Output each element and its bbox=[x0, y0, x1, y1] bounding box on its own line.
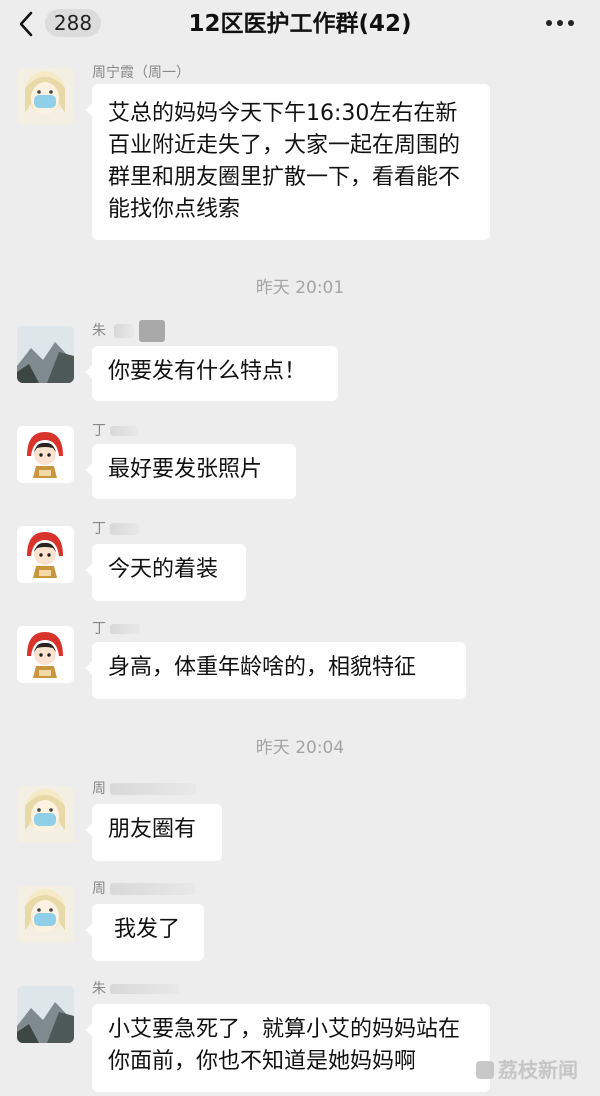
mountain-avatar[interactable] bbox=[17, 326, 74, 383]
message-bubble[interactable]: 朋友圈有 bbox=[85, 804, 222, 861]
masked-woman-avatar[interactable] bbox=[17, 786, 74, 843]
sender-name: 周宁霞（周一） bbox=[92, 65, 190, 81]
redacted-name bbox=[110, 523, 141, 535]
message-bubble[interactable]: 你要发有什么特点！ bbox=[85, 346, 338, 401]
sender-name: 周 bbox=[92, 780, 197, 798]
message-bubble[interactable]: 最好要发张照片 bbox=[85, 444, 296, 499]
timestamp: 昨天 20:01 bbox=[255, 278, 345, 298]
chat-header: 288 12区医护工作群(42) bbox=[0, 0, 600, 48]
cartoon-girl-avatar[interactable] bbox=[17, 526, 74, 583]
more-options-icon[interactable] bbox=[544, 18, 576, 28]
redacted-name bbox=[114, 324, 135, 338]
redacted-name bbox=[110, 984, 181, 994]
message-bubble[interactable]: 今天的着装 bbox=[85, 544, 246, 601]
message-bubble[interactable]: 小艾要急死了，就算小艾的妈妈站在你面前，你也不知道是她妈妈啊 bbox=[85, 1004, 490, 1092]
redacted-name bbox=[110, 624, 141, 634]
watermark: 荔枝新闻 bbox=[476, 1054, 578, 1083]
message-bubble[interactable]: 艾总的妈妈今天下午16:30左右在新百业附近走失了，大家一起在周围的群里和朋友圈… bbox=[85, 84, 490, 240]
cartoon-girl-avatar[interactable] bbox=[17, 626, 74, 683]
redacted-name bbox=[110, 783, 197, 795]
watermark-logo-icon bbox=[476, 1061, 494, 1079]
masked-woman-avatar[interactable] bbox=[17, 886, 74, 943]
sender-name: 周 bbox=[92, 880, 197, 898]
redacted-name bbox=[110, 883, 197, 895]
redacted-name bbox=[138, 320, 165, 342]
sender-name: 丁 bbox=[92, 422, 139, 440]
back-arrow-icon[interactable] bbox=[16, 10, 36, 38]
cartoon-girl-avatar[interactable] bbox=[17, 426, 74, 483]
unread-count-badge[interactable]: 288 bbox=[45, 9, 101, 37]
sender-name: 朱 bbox=[92, 320, 165, 342]
message-bubble[interactable]: 身高，体重年龄啥的，相貌特征 bbox=[85, 642, 466, 699]
sender-name: 丁 bbox=[92, 620, 141, 638]
sender-name: 朱 bbox=[92, 980, 181, 998]
message-bubble[interactable]: 我发了 bbox=[85, 904, 204, 961]
mountain-avatar[interactable] bbox=[17, 986, 74, 1043]
masked-woman-avatar[interactable] bbox=[17, 68, 74, 125]
chat-title: 12区医护工作群(42) bbox=[188, 11, 412, 37]
redacted-name bbox=[110, 426, 139, 436]
sender-name: 丁 bbox=[92, 520, 141, 538]
timestamp: 昨天 20:04 bbox=[255, 738, 345, 758]
